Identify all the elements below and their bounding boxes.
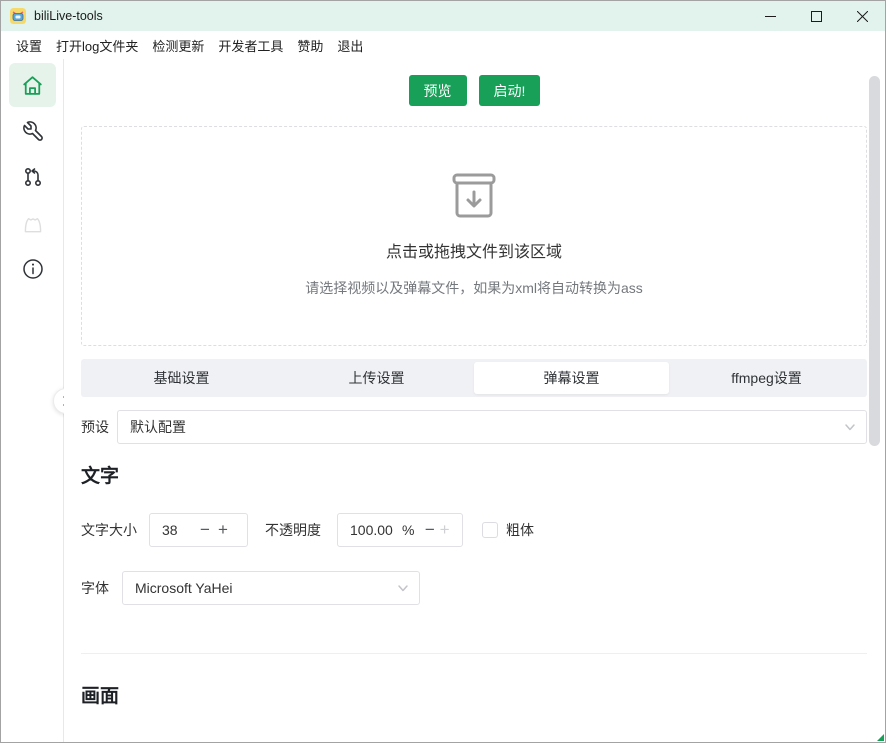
home-icon: [20, 73, 45, 98]
tab-ffmpeg-settings[interactable]: ffmpeg设置: [669, 362, 864, 394]
minimize-icon: [765, 11, 776, 22]
clip-icon: [20, 210, 46, 236]
menu-item-exit[interactable]: 退出: [330, 33, 370, 58]
resize-grip[interactable]: [877, 734, 884, 741]
menubar: 设置 打开log文件夹 检测更新 开发者工具 赞助 退出: [1, 31, 885, 59]
text-controls-row: 文字大小 − + 不透明度 % − + 粗体: [81, 513, 534, 547]
window-title: biliLive-tools: [34, 9, 103, 23]
start-button[interactable]: 启动!: [479, 75, 541, 106]
bold-label: 粗体: [506, 520, 534, 540]
font-size-increase-button[interactable]: +: [214, 515, 232, 545]
close-icon: [857, 11, 868, 22]
chevron-down-icon: [397, 582, 409, 594]
tab-danmaku-settings[interactable]: 弹幕设置: [474, 362, 669, 394]
menu-item-sponsor[interactable]: 赞助: [290, 33, 330, 58]
tab-basic-settings[interactable]: 基础设置: [84, 362, 279, 394]
app-logo-icon: [10, 8, 26, 24]
action-button-row: 预览 启动!: [64, 75, 885, 106]
vertical-scrollbar[interactable]: [869, 76, 880, 446]
font-size-input-box: − +: [149, 513, 248, 547]
opacity-decrease-button[interactable]: −: [422, 515, 437, 545]
maximize-icon: [811, 11, 822, 22]
menu-item-settings[interactable]: 设置: [9, 33, 49, 58]
opacity-increase-button[interactable]: +: [437, 515, 452, 545]
settings-tabbar: 基础设置 上传设置 弹幕设置 ffmpeg设置: [81, 359, 867, 397]
preview-button[interactable]: 预览: [409, 75, 467, 106]
sidebar-item-tools[interactable]: [9, 109, 56, 153]
menu-item-open-log-folder[interactable]: 打开log文件夹: [49, 33, 145, 58]
dropzone-title: 点击或拖拽文件到该区域: [82, 238, 866, 262]
text-section-heading: 文字: [81, 461, 119, 488]
main-content: 预览 启动! 点击或拖拽文件到该区域 请选择视频以及弹幕文件，如果为xml将自动…: [64, 59, 885, 742]
tab-upload-settings[interactable]: 上传设置: [279, 362, 474, 394]
app-window: biliLive-tools 设置 打开log文件夹 检测更新 开发者工具 赞助…: [0, 0, 886, 743]
sidebar-item-home[interactable]: [9, 63, 56, 107]
font-size-decrease-button[interactable]: −: [196, 515, 214, 545]
screen-section-heading: 画面: [81, 681, 119, 708]
preset-select-value: 默认配置: [130, 417, 186, 437]
close-button[interactable]: [839, 1, 885, 31]
wrench-icon: [21, 119, 45, 143]
titlebar: biliLive-tools: [1, 1, 885, 31]
archive-download-icon: [448, 173, 500, 219]
chevron-down-icon: [844, 421, 856, 433]
menu-item-check-update[interactable]: 检测更新: [145, 33, 211, 58]
section-divider: [81, 653, 867, 654]
font-size-label: 文字大小: [81, 520, 137, 540]
opacity-label: 不透明度: [265, 520, 321, 540]
sidebar-item-about[interactable]: [9, 247, 56, 291]
opacity-input-box: % − +: [337, 513, 463, 547]
sidebar-item-webhook[interactable]: [9, 155, 56, 199]
webhook-icon: [21, 165, 45, 189]
preset-label: 预设: [81, 417, 109, 437]
preset-select[interactable]: 默认配置: [117, 410, 867, 444]
info-icon: [21, 257, 45, 281]
opacity-suffix: %: [402, 522, 414, 538]
font-label: 字体: [81, 578, 109, 598]
font-select-value: Microsoft YaHei: [135, 580, 233, 596]
font-size-input[interactable]: [162, 522, 196, 538]
opacity-input[interactable]: [350, 522, 402, 538]
menu-item-devtools[interactable]: 开发者工具: [211, 33, 290, 58]
sidebar-item-live[interactable]: [9, 201, 56, 245]
sidebar: [1, 59, 64, 742]
dropzone-subtitle: 请选择视频以及弹幕文件，如果为xml将自动转换为ass: [82, 278, 866, 298]
bold-checkbox[interactable]: [482, 522, 498, 538]
maximize-button[interactable]: [793, 1, 839, 31]
font-row: 字体 Microsoft YaHei: [81, 571, 420, 605]
preset-row: 预设 默认配置: [81, 410, 867, 444]
minimize-button[interactable]: [747, 1, 793, 31]
file-dropzone[interactable]: 点击或拖拽文件到该区域 请选择视频以及弹幕文件，如果为xml将自动转换为ass: [81, 126, 867, 346]
font-select[interactable]: Microsoft YaHei: [122, 571, 420, 605]
